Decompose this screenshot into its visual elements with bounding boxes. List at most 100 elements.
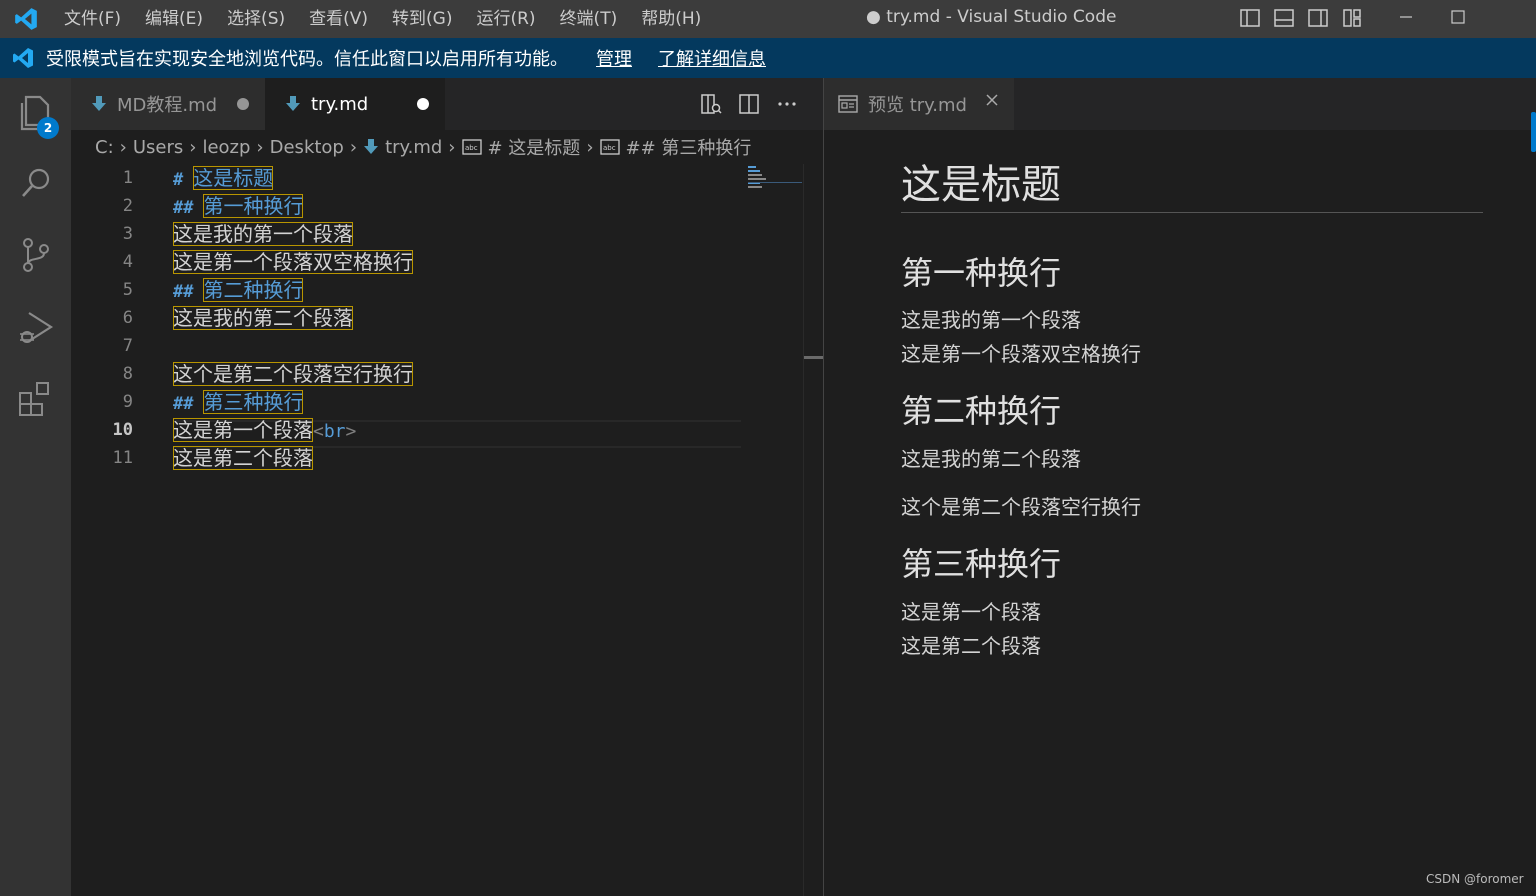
- menu-file[interactable]: 文件(F): [52, 0, 133, 38]
- more-actions-icon[interactable]: [771, 88, 803, 120]
- tab-preview-try-md[interactable]: 预览 try.md: [824, 78, 1014, 130]
- tab-md-tutorial[interactable]: MD教程.md: [71, 78, 265, 130]
- heading-marker: ##: [173, 282, 194, 302]
- code-line[interactable]: 4 这是第一个段落双空格换行: [71, 248, 803, 276]
- toggle-primary-sidebar-icon[interactable]: [1236, 4, 1264, 32]
- code-line[interactable]: 11 这是第二个段落: [71, 444, 803, 472]
- tab-label: 预览 try.md: [868, 95, 967, 116]
- preview-h2: 第一种换行: [901, 254, 1062, 292]
- manage-link[interactable]: 管理: [596, 45, 632, 71]
- paragraph-text: 这个是第二个段落空行换行: [173, 362, 413, 386]
- line-number: 10: [112, 420, 133, 440]
- run-debug-icon: [17, 307, 55, 351]
- heading-text: 第二种换行: [203, 278, 304, 302]
- minimap[interactable]: [748, 164, 802, 204]
- open-preview-icon[interactable]: [695, 88, 727, 120]
- split-editor-icon[interactable]: [733, 88, 765, 120]
- toggle-secondary-sidebar-icon[interactable]: [1304, 4, 1332, 32]
- heading-marker: ##: [173, 198, 194, 218]
- preview-paragraph: 这是第一个段落: [901, 600, 1041, 624]
- code-line[interactable]: 7: [71, 332, 803, 360]
- symbol-string-icon: abc: [599, 139, 620, 155]
- menu-go[interactable]: 转到(G): [380, 0, 464, 38]
- line-number: 8: [122, 364, 133, 384]
- window-controls: [1380, 0, 1484, 34]
- search-activity[interactable]: [0, 150, 71, 220]
- line-number: 4: [122, 252, 133, 272]
- line-number: 11: [112, 448, 133, 468]
- preview-paragraph: 这是第一个段落双空格换行: [901, 342, 1141, 366]
- code-line[interactable]: 9 ## 第三种换行: [71, 388, 803, 416]
- vscode-logo-icon: [0, 38, 46, 78]
- code-line[interactable]: 3 这是我的第一个段落: [71, 220, 803, 248]
- code-line[interactable]: 5 ## 第二种换行: [71, 276, 803, 304]
- line-content: # 这是标题: [173, 164, 274, 194]
- restricted-mode-banner: 受限模式旨在实现安全地浏览代码。信任此窗口以启用所有功能。 管理 了解详细信息: [0, 38, 1536, 78]
- menu-edit[interactable]: 编辑(E): [133, 0, 215, 38]
- line-number: 9: [122, 392, 133, 412]
- breadcrumb-item[interactable]: # 这是标题: [488, 134, 581, 160]
- symbol-string-icon: abc: [461, 139, 482, 155]
- extensions-activity[interactable]: [0, 366, 71, 436]
- tab-try-md[interactable]: try.md: [265, 78, 445, 130]
- chevron-right-icon: ›: [586, 136, 594, 158]
- preview-paragraph: 这是第二个段落: [901, 634, 1041, 658]
- line-content: ## 第一种换行: [173, 192, 304, 222]
- breadcrumb-item[interactable]: try.md: [385, 137, 442, 158]
- close-icon[interactable]: [984, 92, 1000, 113]
- tag-name: br: [323, 421, 346, 442]
- code-line[interactable]: 6 这是我的第二个段落: [71, 304, 803, 332]
- menu-run[interactable]: 运行(R): [464, 0, 547, 38]
- customize-layout-icon[interactable]: [1338, 4, 1366, 32]
- window-title: ● try.md - Visual Studio Code: [866, 7, 1117, 27]
- line-content: 这是我的第一个段落: [173, 220, 353, 248]
- line-content: 这是第一个段落<br>: [173, 416, 356, 446]
- menu-terminal[interactable]: 终端(T): [548, 0, 630, 38]
- code-line[interactable]: 1 # 这是标题: [71, 164, 803, 192]
- breadcrumb-item[interactable]: ## 第三种换行: [626, 134, 752, 160]
- source-control-activity[interactable]: [0, 222, 71, 292]
- line-content: ## 第二种换行: [173, 276, 304, 306]
- heading-marker: ##: [173, 394, 194, 414]
- breadcrumb-item[interactable]: Desktop: [270, 137, 344, 158]
- menu-view[interactable]: 查看(V): [297, 0, 380, 38]
- paragraph-text: 这是第一个段落双空格换行: [173, 250, 413, 274]
- breadcrumb-item[interactable]: Users: [133, 137, 183, 158]
- code-line-active[interactable]: 10 这是第一个段落<br>: [71, 416, 803, 444]
- code-line[interactable]: 8 这个是第二个段落空行换行: [71, 360, 803, 388]
- line-content: 这个是第二个段落空行换行: [173, 360, 413, 388]
- menu-bar: 文件(F) 编辑(E) 选择(S) 查看(V) 转到(G) 运行(R) 终端(T…: [52, 0, 713, 38]
- learn-more-link[interactable]: 了解详细信息: [658, 45, 766, 71]
- preview-scroll-indicator[interactable]: [1531, 112, 1536, 152]
- line-content: 这是我的第二个段落: [173, 304, 353, 332]
- maximize-icon[interactable]: [1432, 0, 1484, 34]
- unsaved-dot-icon[interactable]: [417, 98, 429, 110]
- minimize-icon[interactable]: [1380, 0, 1432, 34]
- explorer-activity[interactable]: 2: [0, 80, 71, 150]
- preview-h2: 第二种换行: [901, 392, 1062, 430]
- toggle-panel-icon[interactable]: [1270, 4, 1298, 32]
- breadcrumb-item[interactable]: leozp: [202, 137, 250, 158]
- code-line[interactable]: 2 ## 第一种换行: [71, 192, 803, 220]
- watermark: CSDN @foromer: [1426, 872, 1524, 886]
- tab-label: MD教程.md: [117, 95, 218, 116]
- breadcrumb-item[interactable]: C:: [95, 137, 114, 158]
- scrollbar-thumb[interactable]: [804, 356, 824, 359]
- preview-h1-rule: [901, 212, 1483, 213]
- banner-message: 受限模式旨在实现安全地浏览代码。信任此窗口以启用所有功能。: [46, 49, 568, 70]
- menu-help[interactable]: 帮助(H): [629, 0, 713, 38]
- run-debug-activity[interactable]: [0, 294, 71, 364]
- code-editor[interactable]: 1 # 这是标题 2 ## 第一种换行 3 这是我的第一个段落 4 这是第一个段落双…: [71, 164, 803, 896]
- paragraph-text: 这是第一个段落: [173, 418, 313, 442]
- preview-paragraph: 这个是第二个段落空行换行: [901, 495, 1141, 519]
- unsaved-dot-icon[interactable]: [237, 98, 249, 110]
- line-number: 7: [122, 336, 133, 356]
- line-number: 2: [122, 196, 133, 216]
- vertical-scrollbar[interactable]: [803, 164, 824, 896]
- markdown-file-icon: [91, 95, 107, 113]
- chevron-right-icon: ›: [189, 136, 197, 158]
- line-number: 3: [122, 224, 133, 244]
- menu-selection[interactable]: 选择(S): [215, 0, 297, 38]
- line-number: 1: [122, 168, 133, 188]
- line-number: 6: [122, 308, 133, 328]
